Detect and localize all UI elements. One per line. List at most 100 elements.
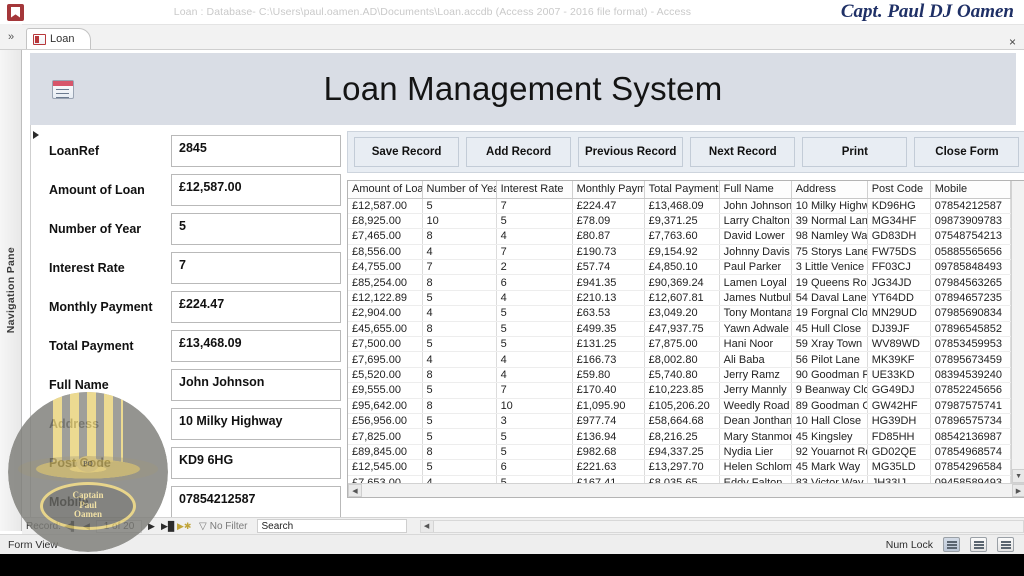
table-row[interactable]: £2,904.00 4 5 £63.53 £3,049.20 Tony Montana 19… [348, 305, 1011, 322]
table-cell[interactable]: £7,875.00 [644, 336, 720, 353]
table-cell[interactable]: 39 Normal Lane [791, 213, 868, 230]
table-cell[interactable]: 8 [422, 367, 497, 384]
table-row[interactable]: £7,465.00 8 4 £80.87 £7,763.60 David Lower 98 … [348, 228, 1011, 245]
table-cell[interactable]: 5 [422, 336, 497, 353]
add-record-button[interactable]: Add Record [466, 137, 572, 167]
table-cell[interactable]: 4 [422, 351, 497, 368]
table-cell[interactable]: John Johnson [719, 198, 792, 214]
table-cell[interactable]: 6 [496, 274, 573, 291]
table-cell[interactable]: 89 Goodman Cl [791, 398, 868, 414]
table-cell[interactable]: 4 [422, 244, 497, 261]
previous-record-icon[interactable]: ◀ [80, 521, 93, 532]
table-cell[interactable]: 92 Youarnot Ro [791, 444, 868, 461]
table-cell[interactable]: 2 [496, 259, 573, 276]
close-icon[interactable]: × [1009, 35, 1024, 49]
datasheet-vertical-scrollbar[interactable]: ▼ [1010, 181, 1024, 483]
table-cell[interactable]: WV89WD [867, 336, 931, 353]
table-cell[interactable]: £8,556.00 [348, 244, 423, 261]
loanref-input[interactable]: 2845 [171, 135, 341, 167]
table-cell[interactable]: 5 [496, 428, 573, 445]
table-cell[interactable]: Mary Stanmore [719, 428, 792, 445]
table-cell[interactable]: MK39KF [867, 351, 931, 368]
table-cell[interactable]: 83 Victor Way [791, 475, 868, 483]
column-header-6[interactable]: Address [791, 181, 868, 199]
table-cell[interactable]: 09873909783 [930, 213, 1011, 230]
table-cell[interactable]: 8 [422, 398, 497, 414]
table-cell[interactable]: 7 [496, 382, 573, 399]
table-cell[interactable]: 07853459953 [930, 336, 1011, 353]
table-cell[interactable]: Jerry Ramz [719, 367, 792, 384]
table-row[interactable]: £12,545.00 5 6 £221.63 £13,297.70 Helen Schlo… [348, 459, 1011, 476]
table-cell[interactable]: £85,254.00 [348, 274, 423, 291]
table-cell[interactable]: £89,845.00 [348, 444, 423, 461]
table-cell[interactable]: 08394539240 [930, 367, 1011, 384]
table-cell[interactable]: £94,337.25 [644, 444, 720, 461]
full-name-input[interactable]: John Johnson [171, 369, 341, 401]
datasheet-horizontal-scrollbar[interactable]: ◀ ▶ [348, 483, 1024, 497]
table-cell[interactable]: 3 Little Venice [791, 259, 868, 276]
document-tab-loan[interactable]: Loan [26, 28, 92, 49]
table-cell[interactable]: GD83DH [867, 228, 931, 245]
table-row[interactable]: £4,755.00 7 2 £57.74 £4,850.10 Paul Parker 3 L… [348, 259, 1011, 276]
table-row[interactable]: £12,122.89 5 4 £210.13 £12,607.81 James Nutbu… [348, 290, 1011, 307]
table-cell[interactable]: £13,297.70 [644, 459, 720, 476]
scroll-left-icon[interactable]: ◀ [348, 484, 362, 497]
table-cell[interactable]: 5 [496, 305, 573, 322]
table-cell[interactable]: 90 Goodman Ro [791, 367, 868, 384]
table-cell[interactable]: 5 [496, 475, 573, 483]
close-form-button[interactable]: Close Form [914, 137, 1020, 167]
table-cell[interactable]: 45 Mark Way [791, 459, 868, 476]
table-cell[interactable]: £45,655.00 [348, 321, 423, 338]
last-record-icon[interactable]: ▶█ [161, 521, 174, 532]
table-cell[interactable]: FD85HH [867, 428, 931, 445]
table-cell[interactable]: FW75DS [867, 244, 931, 261]
table-cell[interactable]: £57.74 [572, 259, 645, 276]
table-cell[interactable]: Nydia Lier [719, 444, 792, 461]
navigation-pane[interactable]: Navigation Pane [0, 50, 22, 531]
table-cell[interactable]: 5 [496, 336, 573, 353]
table-cell[interactable]: 7 [422, 259, 497, 276]
interest-rate-input[interactable]: 7 [171, 252, 341, 284]
table-cell[interactable]: 75 Storys Lane [791, 244, 868, 261]
table-cell[interactable]: 07984563265 [930, 274, 1011, 291]
record-position[interactable]: 1 of 20 [96, 519, 143, 533]
table-cell[interactable]: Tony Montana [719, 305, 792, 322]
table-cell[interactable]: FF03CJ [867, 259, 931, 276]
table-cell[interactable]: £59.80 [572, 367, 645, 384]
table-cell[interactable]: £982.68 [572, 444, 645, 461]
monthly-payment-input[interactable]: £224.47 [171, 291, 341, 323]
table-cell[interactable]: 10 [496, 398, 573, 414]
table-cell[interactable]: YT64DD [867, 290, 931, 307]
table-row[interactable]: £89,845.00 8 5 £982.68 £94,337.25 Nydia Lier 9… [348, 444, 1011, 461]
first-record-icon[interactable]: ◀▌ [64, 521, 77, 532]
table-cell[interactable]: £56,956.00 [348, 413, 423, 430]
table-row[interactable]: £9,555.00 5 7 £170.40 £10,223.85 Jerry Mannly… [348, 382, 1011, 399]
table-cell[interactable]: £499.35 [572, 321, 645, 338]
table-cell[interactable]: £4,850.10 [644, 259, 720, 276]
scroll-right-icon[interactable]: ▶ [1011, 484, 1024, 497]
table-cell[interactable]: £7,825.00 [348, 428, 423, 445]
table-cell[interactable]: 59 Xray Town [791, 336, 868, 353]
table-cell[interactable]: MG35LD [867, 459, 931, 476]
table-cell[interactable]: £8,002.80 [644, 351, 720, 368]
table-cell[interactable]: £166.73 [572, 351, 645, 368]
table-cell[interactable]: Eddy Falton [719, 475, 792, 483]
mobile-input[interactable]: 07854212587 [171, 486, 341, 518]
table-row[interactable]: £56,956.00 5 3 £977.74 £58,664.68 Dean Jontha… [348, 413, 1011, 430]
table-cell[interactable]: 45 Hull Close [791, 321, 868, 338]
table-cell[interactable]: £12,545.00 [348, 459, 423, 476]
table-cell[interactable]: £80.87 [572, 228, 645, 245]
save-record-button[interactable]: Save Record [354, 137, 460, 167]
table-cell[interactable]: £9,555.00 [348, 382, 423, 399]
table-cell[interactable]: £47,937.75 [644, 321, 720, 338]
table-cell[interactable]: 7 [496, 198, 573, 214]
filter-toggle[interactable]: ▽ No Filter [199, 521, 248, 532]
total-payment-input[interactable]: £13,468.09 [171, 330, 341, 362]
table-cell[interactable]: 5 [422, 413, 497, 430]
table-cell[interactable]: 07894657235 [930, 290, 1011, 307]
record-selector-bar[interactable] [30, 125, 39, 525]
table-row[interactable]: £7,500.00 5 5 £131.25 £7,875.00 Hani Noor 59 X… [348, 336, 1011, 353]
form-view-icon[interactable] [943, 537, 960, 552]
number-of-year-input[interactable]: 5 [171, 213, 341, 245]
table-cell[interactable]: 07987575741 [930, 398, 1011, 414]
